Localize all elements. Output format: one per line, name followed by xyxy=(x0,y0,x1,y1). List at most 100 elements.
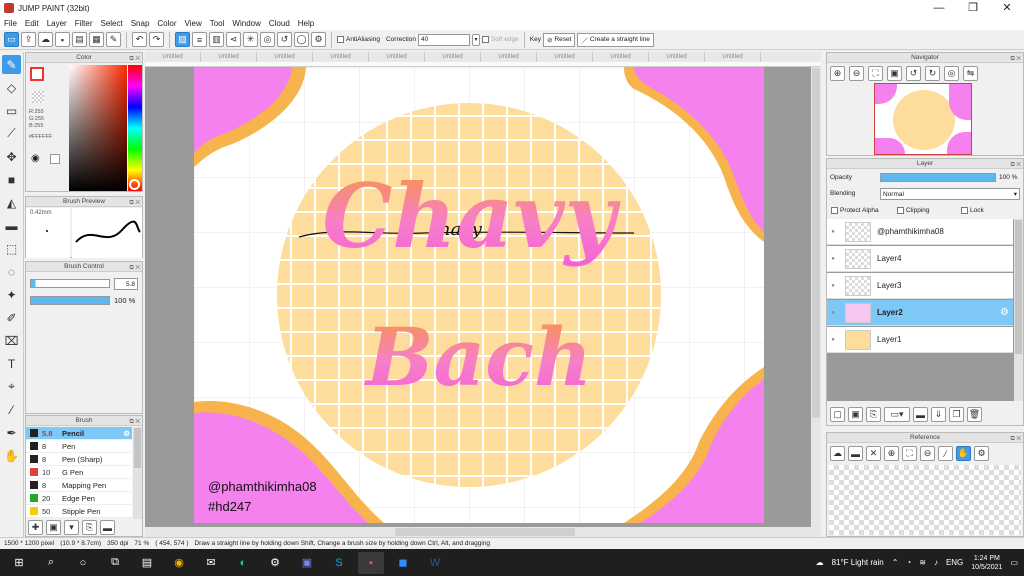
brush-item[interactable]: 8 Pen xyxy=(26,440,132,453)
close-reference-icon[interactable]: ✕ xyxy=(866,446,881,461)
layer-list-scrollbar[interactable] xyxy=(1014,219,1023,401)
menu-color[interactable]: Color xyxy=(157,19,176,28)
gear-icon[interactable]: ⚙ xyxy=(1000,307,1009,318)
text-tool-icon[interactable]: T xyxy=(2,354,21,373)
magic-wand-icon[interactable]: ✦ xyxy=(2,285,21,304)
eraser-tool-icon[interactable]: ◇ xyxy=(2,78,21,97)
undo-icon[interactable]: ↶ xyxy=(132,32,147,47)
language-indicator[interactable]: ENG xyxy=(946,558,963,567)
straight-line-button[interactable]: ／ Create a straight line xyxy=(577,32,654,47)
document-tab[interactable]: Untitled xyxy=(201,52,257,62)
rotate-right-icon[interactable]: ↻ xyxy=(925,66,940,81)
document-tab[interactable]: Untitled xyxy=(369,52,425,62)
checkbox-box[interactable] xyxy=(897,207,904,214)
rotate-left-icon[interactable]: ↺ xyxy=(906,66,921,81)
brush-folder-icon[interactable]: ▣ xyxy=(46,520,61,535)
open-reference-icon[interactable]: ▬ xyxy=(848,446,863,461)
layer-row[interactable]: ● @phamthikimha08 xyxy=(827,219,1013,245)
foreground-swatch[interactable] xyxy=(30,67,44,81)
fit-window-icon[interactable]: ⛶ xyxy=(868,66,883,81)
checkbox-box[interactable] xyxy=(337,36,344,43)
circle-snap-icon[interactable]: ◎ xyxy=(260,32,275,47)
document-tab[interactable]: Untitled xyxy=(313,52,369,62)
drawing-canvas[interactable]: chavy Chavy Bach @phamthikimha08 #hd247 xyxy=(194,67,764,523)
copy-layer-icon[interactable]: ❐ xyxy=(949,407,964,422)
layer-row-selected[interactable]: ● Layer2 ⚙ xyxy=(827,300,1013,326)
close-button[interactable]: ✕ xyxy=(990,0,1024,16)
saturation-value-picker[interactable] xyxy=(69,65,127,191)
brush-item[interactable]: 10 G Pen xyxy=(26,466,132,479)
brush-size-slider[interactable] xyxy=(30,279,110,288)
new-raster-layer-icon[interactable]: ▣ xyxy=(848,407,863,422)
brush-item[interactable]: 20 Edge Pen xyxy=(26,492,132,505)
volume-icon[interactable]: ♪ xyxy=(934,558,938,567)
brush-open-icon[interactable]: ▬ xyxy=(100,520,115,535)
select-eraser-icon[interactable]: ⌧ xyxy=(2,331,21,350)
eyedropper-icon[interactable]: ⁄ xyxy=(2,400,21,419)
hue-handle[interactable] xyxy=(129,179,140,190)
document-tab[interactable]: Untitled xyxy=(425,52,481,62)
panel-close-icon[interactable]: ⧉ ✕ xyxy=(1010,434,1021,444)
visibility-icon[interactable]: ● xyxy=(827,283,839,289)
edit-page-icon[interactable]: ✎ xyxy=(106,32,121,47)
visibility-icon[interactable]: ● xyxy=(827,310,839,316)
layer-row[interactable]: ● Layer4 xyxy=(827,246,1013,272)
cloud-icon[interactable]: ☁ xyxy=(38,32,53,47)
brush-size-input[interactable]: 5.8 xyxy=(114,278,138,290)
curve-snap-icon[interactable]: ↺ xyxy=(277,32,292,47)
zoom-out-icon[interactable]: ⊖ xyxy=(849,66,864,81)
document-tab[interactable]: Untitled xyxy=(649,52,705,62)
zoom-out-icon[interactable]: ⊖ xyxy=(920,446,935,461)
visibility-icon[interactable]: ● xyxy=(827,256,839,262)
document-tab[interactable]: Untitled xyxy=(145,52,201,62)
save-icon[interactable]: ▪ xyxy=(55,32,70,47)
document-tab[interactable]: Untitled xyxy=(593,52,649,62)
actual-size-icon[interactable]: ▣ xyxy=(887,66,902,81)
horizontal-scrollbar[interactable] xyxy=(145,527,811,537)
operation-tool-icon[interactable]: ⌖ xyxy=(2,377,21,396)
correction-dropdown-icon[interactable]: ▾ xyxy=(471,33,480,46)
select-pen-icon[interactable]: ✐ xyxy=(2,308,21,327)
windows-start-icon[interactable]: ⊞ xyxy=(6,552,32,574)
export-icon[interactable]: ⇪ xyxy=(21,32,36,47)
maximize-button[interactable]: ❐ xyxy=(956,0,990,16)
clock[interactable]: 1:24 PM 10/5/2021 xyxy=(971,554,1002,572)
fill-rect-tool-icon[interactable]: ■ xyxy=(2,170,21,189)
delete-layer-icon[interactable]: 🗑 xyxy=(967,407,982,422)
layer-row[interactable]: ● Layer3 xyxy=(827,273,1013,299)
teams-icon[interactable]: ▣ xyxy=(294,552,320,574)
panel-close-icon[interactable]: ⧉ ✕ xyxy=(129,263,140,273)
folder-icon[interactable]: ▬ xyxy=(913,407,928,422)
layer-opacity-slider[interactable] xyxy=(880,173,996,182)
menu-select[interactable]: Select xyxy=(100,19,122,28)
vanishing-snap-icon[interactable]: ⋖ xyxy=(226,32,241,47)
navigator-thumbnail[interactable] xyxy=(874,83,972,155)
snap-off-icon[interactable]: ▨ xyxy=(175,32,190,47)
checkbox-box[interactable] xyxy=(481,36,489,43)
gradient-tool-icon[interactable]: ▬ xyxy=(2,216,21,235)
zoom-app-icon[interactable]: ◼ xyxy=(390,552,416,574)
network-icon[interactable]: ◔ xyxy=(906,558,911,567)
task-view-icon[interactable]: ⧉ xyxy=(102,552,128,574)
protect-alpha-checkbox[interactable]: Protect Alpha xyxy=(831,207,879,214)
shape-tool-icon[interactable]: ▭ xyxy=(4,32,19,47)
menu-edit[interactable]: Edit xyxy=(25,19,39,28)
brush-menu-icon[interactable]: ▾ xyxy=(64,520,79,535)
reset-rotation-icon[interactable]: ◎ xyxy=(944,66,959,81)
menu-file[interactable]: File xyxy=(4,19,17,28)
palette-edit-icon[interactable] xyxy=(50,154,60,164)
move-tool-icon[interactable]: ✥ xyxy=(2,147,21,166)
menu-snap[interactable]: Snap xyxy=(131,19,150,28)
reference-view[interactable] xyxy=(829,465,1021,535)
panel-close-icon[interactable]: ⧉ ✕ xyxy=(1010,160,1021,170)
notification-icon[interactable]: ▭ xyxy=(1010,558,1018,567)
document-tab[interactable]: Untitled xyxy=(705,52,761,62)
document-tab[interactable]: Untitled xyxy=(537,52,593,62)
fit-icon[interactable]: ⛶ xyxy=(902,446,917,461)
soft-edge-checkbox[interactable]: Soft edge xyxy=(481,36,519,43)
checkbox-box[interactable] xyxy=(961,207,968,214)
flip-icon[interactable]: ⇋ xyxy=(963,66,978,81)
brush-item[interactable]: 50 Stipple Pen xyxy=(26,505,132,518)
brush-list-scrollbar[interactable] xyxy=(133,427,142,519)
line-tool-icon[interactable]: ⟋ xyxy=(2,124,21,143)
